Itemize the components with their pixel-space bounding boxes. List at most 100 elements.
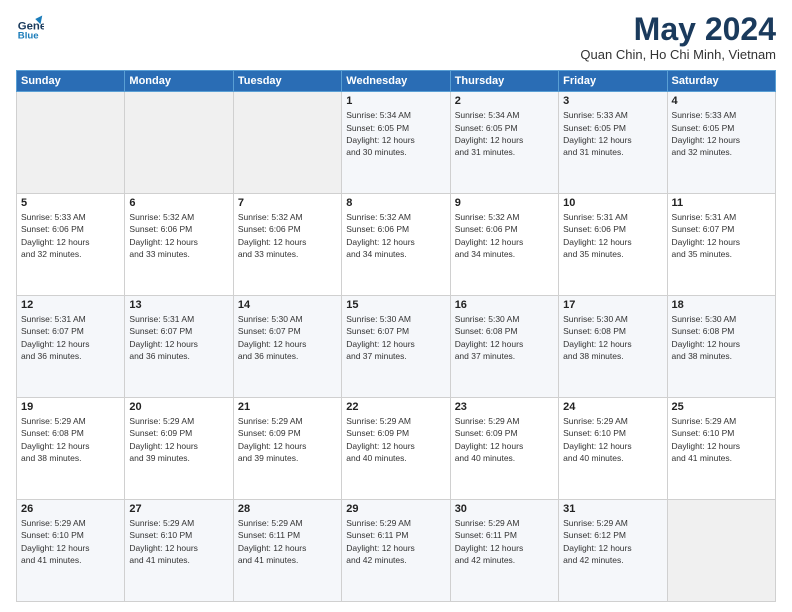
day-info: Sunrise: 5:30 AMSunset: 6:08 PMDaylight:… <box>455 313 554 362</box>
day-number: 12 <box>21 299 120 311</box>
day-number: 7 <box>238 197 337 209</box>
logo-icon: General Blue <box>16 12 44 40</box>
header-friday: Friday <box>559 71 667 92</box>
day-info: Sunrise: 5:29 AMSunset: 6:10 PMDaylight:… <box>672 415 771 464</box>
header-saturday: Saturday <box>667 71 775 92</box>
month-year: May 2024 <box>580 12 776 47</box>
day-number: 16 <box>455 299 554 311</box>
table-row: 8 Sunrise: 5:32 AMSunset: 6:06 PMDaylight… <box>342 194 450 296</box>
table-row: 20 Sunrise: 5:29 AMSunset: 6:09 PMDayligh… <box>125 398 233 500</box>
table-row: 15Sunrise: 5:30 AMSunset: 6:07 PMDayligh… <box>342 296 450 398</box>
day-number: 13 <box>129 299 228 311</box>
day-info: Sunrise: 5:32 AMSunset: 6:06 PMDaylight:… <box>346 211 445 260</box>
day-number: 28 <box>238 503 337 515</box>
day-info: Sunrise: 5:29 AMSunset: 6:10 PMDaylight:… <box>129 517 228 566</box>
day-number: 24 <box>563 401 662 413</box>
day-info: Sunrise: 5:34 AMSunset: 6:05 PMDaylight:… <box>346 109 445 158</box>
day-info: Sunrise: 5:29 AMSunset: 6:11 PMDaylight:… <box>238 517 337 566</box>
table-row: 26Sunrise: 5:29 AMSunset: 6:10 PMDayligh… <box>17 500 125 602</box>
table-row: 22 Sunrise: 5:29 AMSunset: 6:09 PMDayligh… <box>342 398 450 500</box>
week-row-1: 1Sunrise: 5:34 AMSunset: 6:05 PMDaylight… <box>17 92 776 194</box>
table-row: 17Sunrise: 5:30 AMSunset: 6:08 PMDayligh… <box>559 296 667 398</box>
table-row: 21 Sunrise: 5:29 AMSunset: 6:09 PMDayligh… <box>233 398 341 500</box>
header-tuesday: Tuesday <box>233 71 341 92</box>
day-info: Sunrise: 5:29 AMSunset: 6:12 PMDaylight:… <box>563 517 662 566</box>
svg-text:Blue: Blue <box>18 30 39 40</box>
table-row: 14Sunrise: 5:30 AMSunset: 6:07 PMDayligh… <box>233 296 341 398</box>
day-info: Sunrise: 5:33 AMSunset: 6:05 PMDaylight:… <box>672 109 771 158</box>
day-number: 14 <box>238 299 337 311</box>
day-number: 18 <box>672 299 771 311</box>
day-number: 23 <box>455 401 554 413</box>
table-row: 2 Sunrise: 5:34 AMSunset: 6:05 PMDaylight… <box>450 92 558 194</box>
day-info: Sunrise: 5:32 AMSunset: 6:06 PMDaylight:… <box>455 211 554 260</box>
day-info: Sunrise: 5:29 AMSunset: 6:10 PMDaylight:… <box>563 415 662 464</box>
table-row: 11 Sunrise: 5:31 AMSunset: 6:07 PMDayligh… <box>667 194 775 296</box>
day-number: 6 <box>129 197 228 209</box>
day-info: Sunrise: 5:29 AMSunset: 6:09 PMDaylight:… <box>238 415 337 464</box>
day-number: 25 <box>672 401 771 413</box>
logo: General Blue <box>16 12 44 40</box>
day-info: Sunrise: 5:29 AMSunset: 6:09 PMDaylight:… <box>346 415 445 464</box>
table-row: 28 Sunrise: 5:29 AMSunset: 6:11 PMDayligh… <box>233 500 341 602</box>
day-number: 20 <box>129 401 228 413</box>
table-row: 16 Sunrise: 5:30 AMSunset: 6:08 PMDayligh… <box>450 296 558 398</box>
table-row: 30Sunrise: 5:29 AMSunset: 6:11 PMDayligh… <box>450 500 558 602</box>
day-number: 8 <box>346 197 445 209</box>
location: Quan Chin, Ho Chi Minh, Vietnam <box>580 47 776 62</box>
table-row: 19Sunrise: 5:29 AMSunset: 6:08 PMDayligh… <box>17 398 125 500</box>
day-info: Sunrise: 5:29 AMSunset: 6:09 PMDaylight:… <box>129 415 228 464</box>
header-wednesday: Wednesday <box>342 71 450 92</box>
day-number: 9 <box>455 197 554 209</box>
day-info: Sunrise: 5:33 AMSunset: 6:05 PMDaylight:… <box>563 109 662 158</box>
page: General Blue May 2024 Quan Chin, Ho Chi … <box>0 0 792 612</box>
day-info: Sunrise: 5:31 AMSunset: 6:07 PMDaylight:… <box>672 211 771 260</box>
table-row: 6 Sunrise: 5:32 AMSunset: 6:06 PMDaylight… <box>125 194 233 296</box>
day-number: 2 <box>455 95 554 107</box>
table-row: 27 Sunrise: 5:29 AMSunset: 6:10 PMDayligh… <box>125 500 233 602</box>
day-info: Sunrise: 5:29 AMSunset: 6:11 PMDaylight:… <box>346 517 445 566</box>
day-number: 27 <box>129 503 228 515</box>
day-number: 21 <box>238 401 337 413</box>
day-number: 11 <box>672 197 771 209</box>
day-number: 15 <box>346 299 445 311</box>
calendar-table: Sunday Monday Tuesday Wednesday Thursday… <box>16 70 776 602</box>
day-info: Sunrise: 5:34 AMSunset: 6:05 PMDaylight:… <box>455 109 554 158</box>
week-row-4: 19Sunrise: 5:29 AMSunset: 6:08 PMDayligh… <box>17 398 776 500</box>
table-row: 12 Sunrise: 5:31 AMSunset: 6:07 PMDayligh… <box>17 296 125 398</box>
header-monday: Monday <box>125 71 233 92</box>
week-row-3: 12 Sunrise: 5:31 AMSunset: 6:07 PMDayligh… <box>17 296 776 398</box>
day-number: 22 <box>346 401 445 413</box>
week-row-5: 26Sunrise: 5:29 AMSunset: 6:10 PMDayligh… <box>17 500 776 602</box>
header: General Blue May 2024 Quan Chin, Ho Chi … <box>16 12 776 62</box>
day-info: Sunrise: 5:30 AMSunset: 6:08 PMDaylight:… <box>672 313 771 362</box>
day-number: 29 <box>346 503 445 515</box>
table-row: 31Sunrise: 5:29 AMSunset: 6:12 PMDayligh… <box>559 500 667 602</box>
table-row <box>17 92 125 194</box>
day-info: Sunrise: 5:31 AMSunset: 6:06 PMDaylight:… <box>563 211 662 260</box>
day-info: Sunrise: 5:33 AMSunset: 6:06 PMDaylight:… <box>21 211 120 260</box>
day-info: Sunrise: 5:29 AMSunset: 6:11 PMDaylight:… <box>455 517 554 566</box>
table-row: 13 Sunrise: 5:31 AMSunset: 6:07 PMDayligh… <box>125 296 233 398</box>
table-row: 5Sunrise: 5:33 AMSunset: 6:06 PMDaylight… <box>17 194 125 296</box>
day-info: Sunrise: 5:29 AMSunset: 6:09 PMDaylight:… <box>455 415 554 464</box>
day-info: Sunrise: 5:32 AMSunset: 6:06 PMDaylight:… <box>238 211 337 260</box>
table-row <box>125 92 233 194</box>
day-info: Sunrise: 5:31 AMSunset: 6:07 PMDaylight:… <box>21 313 120 362</box>
table-row <box>667 500 775 602</box>
day-info: Sunrise: 5:29 AMSunset: 6:10 PMDaylight:… <box>21 517 120 566</box>
table-row: 25 Sunrise: 5:29 AMSunset: 6:10 PMDayligh… <box>667 398 775 500</box>
title-block: May 2024 Quan Chin, Ho Chi Minh, Vietnam <box>580 12 776 62</box>
table-row: 1Sunrise: 5:34 AMSunset: 6:05 PMDaylight… <box>342 92 450 194</box>
day-info: Sunrise: 5:32 AMSunset: 6:06 PMDaylight:… <box>129 211 228 260</box>
table-row: 4Sunrise: 5:33 AMSunset: 6:05 PMDaylight… <box>667 92 775 194</box>
day-info: Sunrise: 5:30 AMSunset: 6:08 PMDaylight:… <box>563 313 662 362</box>
table-row: 24 Sunrise: 5:29 AMSunset: 6:10 PMDayligh… <box>559 398 667 500</box>
table-row: 7 Sunrise: 5:32 AMSunset: 6:06 PMDaylight… <box>233 194 341 296</box>
day-number: 3 <box>563 95 662 107</box>
table-row: 9 Sunrise: 5:32 AMSunset: 6:06 PMDaylight… <box>450 194 558 296</box>
header-sunday: Sunday <box>17 71 125 92</box>
table-row: 18 Sunrise: 5:30 AMSunset: 6:08 PMDayligh… <box>667 296 775 398</box>
day-info: Sunrise: 5:31 AMSunset: 6:07 PMDaylight:… <box>129 313 228 362</box>
week-row-2: 5Sunrise: 5:33 AMSunset: 6:06 PMDaylight… <box>17 194 776 296</box>
